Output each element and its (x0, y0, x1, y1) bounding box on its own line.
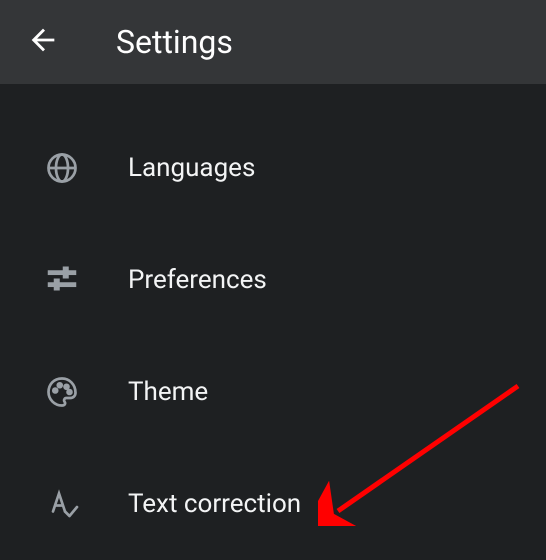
globe-icon (42, 148, 82, 188)
settings-item-label: Preferences (128, 265, 267, 295)
settings-list: Languages Preferences Theme (0, 84, 546, 560)
text-check-icon (42, 484, 82, 524)
settings-item-label: Theme (128, 377, 208, 407)
settings-item-text-correction[interactable]: Text correction (0, 448, 546, 560)
settings-item-label: Text correction (128, 489, 301, 519)
settings-item-languages[interactable]: Languages (0, 112, 546, 224)
palette-icon (42, 372, 82, 412)
settings-item-label: Languages (128, 153, 255, 183)
settings-item-preferences[interactable]: Preferences (0, 224, 546, 336)
app-header: Settings (0, 0, 546, 84)
page-title: Settings (116, 23, 233, 61)
sliders-icon (42, 260, 82, 300)
arrow-back-icon (26, 23, 60, 61)
back-button[interactable] (18, 17, 68, 67)
settings-item-theme[interactable]: Theme (0, 336, 546, 448)
